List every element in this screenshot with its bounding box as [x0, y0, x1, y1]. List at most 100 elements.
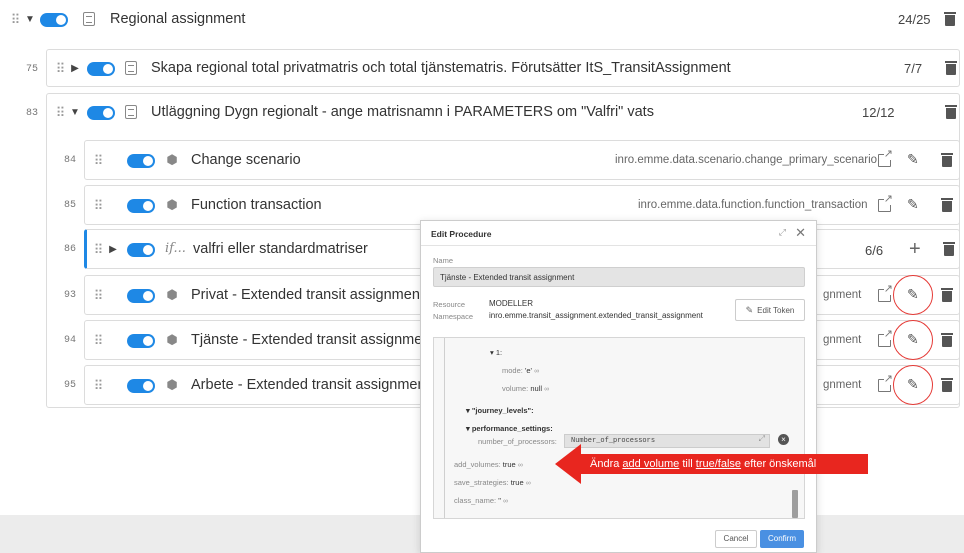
edit-pencil-icon[interactable]: ✎	[907, 196, 919, 213]
resource-label: Resource	[433, 300, 466, 309]
drag-handle-icon[interactable]: ⠿	[91, 153, 105, 169]
drag-handle-icon[interactable]: ⠿	[91, 333, 105, 349]
tree-mode: mode: 'e' ∞	[502, 366, 540, 375]
edit-token-label: Edit Token	[757, 305, 795, 315]
tree-node-1[interactable]: ▾ 1:	[490, 348, 502, 357]
trash-icon[interactable]	[943, 242, 955, 256]
namespace-value: inro.emme.transit_assignment.extended_tr…	[489, 311, 703, 320]
parameter-tree[interactable]: ▾ 1: mode: 'e' ∞ volume: null ∞ ▾ "journ…	[433, 337, 805, 519]
edit-token-button[interactable]: ✎ Edit Token	[735, 299, 805, 321]
procedure-title: Privat - Extended transit assignment	[191, 287, 424, 303]
procedure-row-regional[interactable]: ⠿ ▼ Regional assignment 24/25	[0, 0, 964, 40]
tool-cube-icon: ⬢	[166, 152, 178, 167]
drag-handle-icon[interactable]: ⠿	[53, 61, 67, 77]
close-icon[interactable]: ✕	[795, 225, 806, 241]
edit-procedure-dialog: Edit Procedure ⤢ ✕ Name Tjänste - Extend…	[420, 220, 817, 553]
enable-toggle[interactable]	[127, 334, 155, 348]
document-icon	[125, 61, 137, 75]
enable-toggle[interactable]	[40, 13, 68, 27]
expand-icon[interactable]: ⤢	[759, 435, 765, 444]
line-number: 75	[26, 64, 39, 75]
open-external-icon[interactable]	[878, 194, 893, 212]
procedure-row[interactable]: ⠿ ⬢ Function transaction inro.emme.data.…	[84, 185, 960, 225]
line-number: 84	[64, 155, 77, 166]
step-count: 6/6	[865, 243, 884, 258]
trash-icon[interactable]	[941, 198, 953, 212]
drag-handle-icon[interactable]: ⠿	[91, 198, 105, 214]
trash-icon[interactable]	[941, 288, 953, 302]
highlight-circle	[893, 275, 933, 315]
procedure-title: Utläggning Dygn regionalt - ange matrisn…	[151, 104, 654, 120]
enable-toggle[interactable]	[127, 379, 155, 393]
link-icon: ∞	[534, 368, 540, 375]
link-icon: ∞	[517, 462, 523, 469]
line-number: 86	[64, 244, 77, 255]
procedure-title: Change scenario	[191, 152, 301, 168]
open-external-icon[interactable]	[878, 149, 893, 167]
procedure-namespace: gnment	[823, 289, 862, 301]
procedure-namespace: gnment	[823, 379, 862, 391]
drag-handle-icon[interactable]: ⠿	[91, 378, 105, 394]
processors-value: Number_of_processors	[571, 437, 656, 445]
clear-icon[interactable]: ×	[778, 434, 789, 445]
dialog-title: Edit Procedure	[431, 229, 492, 239]
enable-toggle[interactable]	[127, 199, 155, 213]
tree-journey-levels[interactable]: ▾ "journey_levels":	[466, 406, 534, 415]
open-external-icon[interactable]	[878, 329, 893, 347]
trash-icon[interactable]	[945, 105, 957, 119]
open-external-icon[interactable]	[878, 284, 893, 302]
cancel-button[interactable]: Cancel	[715, 530, 757, 548]
trash-icon[interactable]	[941, 333, 953, 347]
tree-volume: volume: null ∞	[502, 384, 550, 393]
trash-icon[interactable]	[941, 153, 953, 167]
chevron-down-icon[interactable]: ▼	[69, 107, 81, 118]
line-number: 85	[64, 200, 77, 211]
condition-if-icon: if...	[165, 241, 186, 256]
tree-performance-settings[interactable]: ▾ performance_settings:	[466, 424, 553, 433]
processors-label: number_of_processors:	[478, 437, 557, 446]
tree-save-strategies: save_strategies: true ∞	[454, 478, 531, 487]
chevron-down-icon[interactable]: ▼	[24, 14, 36, 25]
annotation-arrow-icon	[555, 444, 581, 484]
name-field[interactable]: Tjänste - Extended transit assignment	[433, 267, 805, 287]
procedure-title: Function transaction	[191, 197, 322, 213]
trash-icon[interactable]	[944, 12, 956, 26]
chevron-right-icon[interactable]: ▶	[107, 244, 119, 255]
step-count: 12/12	[862, 105, 895, 120]
procedure-namespace: inro.emme.data.scenario.change_primary_s…	[615, 154, 878, 166]
enable-toggle[interactable]	[87, 106, 115, 120]
name-label: Name	[433, 256, 454, 265]
add-icon[interactable]: +	[909, 239, 921, 259]
line-number: 93	[64, 290, 77, 301]
highlight-circle	[893, 365, 933, 405]
tree-add-volumes: add_volumes: true ∞	[454, 460, 523, 469]
tool-cube-icon: ⬢	[166, 287, 178, 302]
enable-toggle[interactable]	[87, 62, 115, 76]
procedure-row[interactable]: ⠿ ⬢ Change scenario inro.emme.data.scena…	[84, 140, 960, 180]
confirm-button[interactable]: Confirm	[760, 530, 804, 548]
drag-handle-icon[interactable]: ⠿	[91, 242, 105, 258]
tree-scrollbar[interactable]	[792, 490, 798, 518]
document-icon	[125, 105, 137, 119]
procedure-title: Regional assignment	[110, 11, 246, 27]
drag-handle-icon[interactable]: ⠿	[8, 12, 22, 28]
namespace-label: Namespace	[433, 312, 474, 321]
trash-icon[interactable]	[941, 378, 953, 392]
procedure-title: Tjänste - Extended transit assignment	[191, 332, 435, 348]
chevron-right-icon[interactable]: ▶	[69, 63, 81, 74]
open-external-icon[interactable]	[878, 374, 893, 392]
procedure-title: valfri eller standardmatriser	[193, 241, 368, 257]
processors-input[interactable]: Number_of_processors ⤢	[564, 434, 770, 448]
drag-handle-icon[interactable]: ⠿	[91, 288, 105, 304]
enable-toggle[interactable]	[127, 289, 155, 303]
trash-icon[interactable]	[945, 61, 957, 75]
expand-icon[interactable]: ⤢	[779, 227, 786, 238]
tool-cube-icon: ⬢	[166, 332, 178, 347]
step-count: 24/25	[898, 12, 931, 27]
drag-handle-icon[interactable]: ⠿	[53, 105, 67, 121]
enable-toggle[interactable]	[127, 243, 155, 257]
procedure-row[interactable]: ⠿ ▶ Skapa regional total privatmatris oc…	[46, 49, 960, 87]
edit-pencil-icon[interactable]: ✎	[907, 151, 919, 168]
enable-toggle[interactable]	[127, 154, 155, 168]
procedure-title: Arbete - Extended transit assignment	[191, 377, 430, 393]
